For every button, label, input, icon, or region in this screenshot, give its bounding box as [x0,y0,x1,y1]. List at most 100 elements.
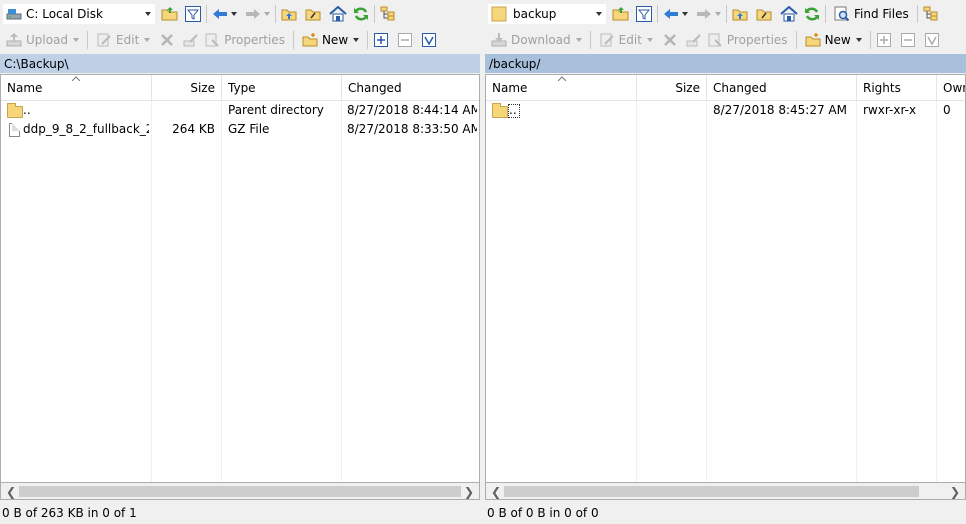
toolbar-separator [869,31,871,49]
new-label: New [824,33,851,47]
chevron-down-icon [264,12,270,16]
forward-arrow-icon [696,6,712,22]
home-icon[interactable] [329,5,347,22]
forward-arrow-icon [245,6,261,22]
select-files-icon[interactable] [876,32,892,48]
home-icon[interactable] [780,5,798,22]
download-icon [491,32,507,48]
tree-view-icon[interactable] [380,6,396,22]
chevron-down-icon [144,38,151,42]
column-size[interactable]: Size [637,75,707,101]
local-file-list[interactable]: Name Size Type Changed .. Parent directo… [0,74,480,483]
refresh-icon[interactable] [804,6,820,22]
new-button[interactable]: New [299,29,362,51]
column-changed[interactable]: Changed [342,75,479,101]
local-drive-selector[interactable]: C: Local Disk [3,4,155,24]
local-disk-icon [6,6,22,22]
column-divider [936,101,937,482]
back-arrow-icon[interactable] [212,6,228,22]
chevron-down-icon [575,38,582,42]
column-divider [636,101,637,482]
remote-folder-selector[interactable]: backup [488,4,606,24]
upload-icon [6,32,22,48]
scroll-right-icon[interactable]: ❯ [950,485,960,499]
folder-icon [491,6,507,22]
chevron-down-icon [73,38,80,42]
select-all-icon[interactable] [421,32,437,48]
column-divider [856,101,857,482]
file-size: 264 KB [172,122,215,136]
chevron-down-icon[interactable] [231,12,237,16]
open-directory-icon[interactable] [612,6,629,22]
column-owner[interactable]: Owr [937,75,965,101]
scroll-left-icon[interactable]: ❮ [6,485,16,499]
search-icon [834,6,850,22]
unselect-files-icon[interactable] [900,32,916,48]
column-rights[interactable]: Rights [857,75,937,101]
scroll-thumb[interactable] [504,486,919,497]
file-row[interactable]: .. Parent directory 8/27/2018 8:44:14 AM [1,101,479,120]
delete-icon[interactable] [662,32,678,48]
refresh-icon[interactable] [353,6,369,22]
properties-icon [707,32,723,48]
scroll-thumb[interactable] [19,486,461,497]
file-type: Parent directory [228,103,324,117]
scroll-right-icon[interactable]: ❯ [464,485,474,499]
local-path-bar: C:\Backup\ [0,54,480,73]
chevron-down-icon [646,38,653,42]
parent-directory-icon[interactable] [281,6,297,22]
scroll-left-icon[interactable]: ❮ [491,485,501,499]
chevron-down-icon [353,38,360,42]
file-changed: 8/27/2018 8:45:27 AM [713,103,847,117]
root-directory-icon[interactable] [305,6,321,22]
open-directory-icon[interactable] [161,6,178,22]
properties-button[interactable]: Properties [201,29,288,51]
filter-icon[interactable] [185,6,201,22]
remote-file-list[interactable]: Name Size Changed Rights Owr .. 8/27/201… [485,74,966,483]
delete-icon[interactable] [159,32,175,48]
select-files-icon[interactable] [373,32,389,48]
file-row[interactable]: .. 8/27/2018 8:45:27 AM rwxr-xr-x 0 [486,101,965,120]
properties-button[interactable]: Properties [704,29,791,51]
local-status-bar: 0 B of 263 KB in 0 of 1 [2,506,137,520]
download-button[interactable]: Download [488,29,585,51]
column-divider [221,101,222,482]
select-all-icon[interactable] [924,32,940,48]
remote-horizontal-scrollbar[interactable]: ❮ ❯ [485,483,966,500]
parent-folder-icon [492,103,508,119]
edit-button[interactable]: Edit [93,29,153,51]
rename-icon[interactable] [183,32,199,48]
root-directory-icon[interactable] [756,6,772,22]
upload-button[interactable]: Upload [3,29,82,51]
remote-toolbar-actions: Download Edit Properties New [485,27,966,53]
new-folder-icon [302,32,318,48]
sort-ascending-icon [72,76,80,81]
unselect-files-icon[interactable] [397,32,413,48]
local-horizontal-scrollbar[interactable]: ❮ ❯ [0,483,480,500]
edit-button[interactable]: Edit [596,29,656,51]
new-button[interactable]: New [802,29,865,51]
column-name[interactable]: Name [1,75,152,101]
toolbar-separator [367,31,369,49]
toolbar-separator [825,5,826,23]
chevron-down-icon[interactable] [682,12,688,16]
file-name: .. [23,103,31,117]
rename-icon[interactable] [686,32,702,48]
tree-view-icon[interactable] [923,6,939,22]
upload-label: Upload [26,33,69,47]
column-size[interactable]: Size [152,75,222,101]
file-changed: 8/27/2018 8:44:14 AM [347,103,477,117]
file-row[interactable]: ddp_9_8_2_fullback_2... 264 KB GZ File 8… [1,120,479,139]
toolbar-separator [589,31,591,49]
column-name[interactable]: Name [486,75,637,101]
filter-icon[interactable] [636,6,652,22]
find-files-button[interactable]: Find Files [831,3,912,25]
column-type[interactable]: Type [222,75,342,101]
remote-folder-label: backup [513,7,557,21]
toolbar-separator [726,5,727,23]
column-divider [706,101,707,482]
back-arrow-icon[interactable] [663,6,679,22]
sort-ascending-icon [558,76,566,81]
parent-directory-icon[interactable] [732,6,748,22]
column-changed[interactable]: Changed [707,75,857,101]
